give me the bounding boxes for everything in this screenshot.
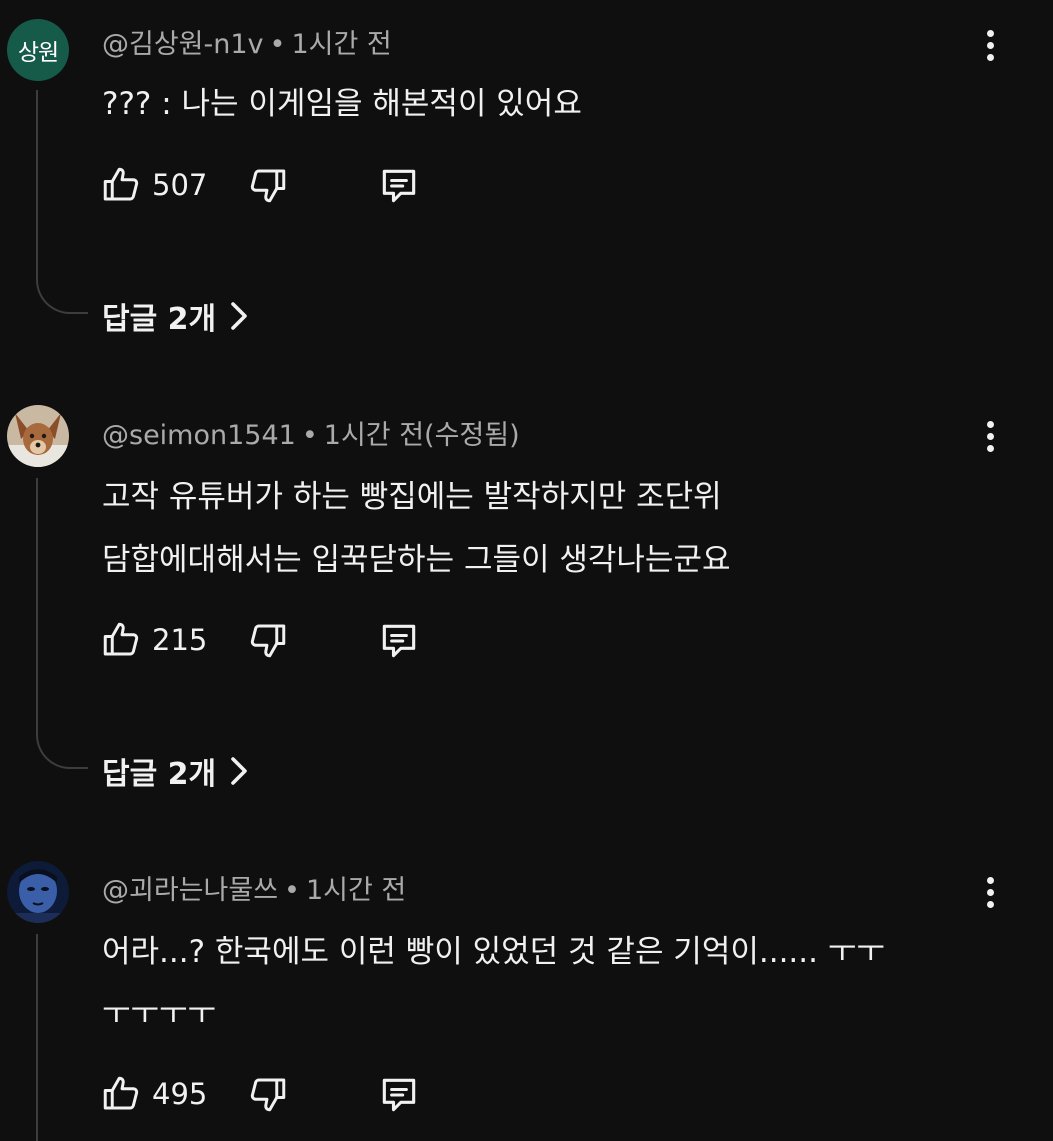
dog-avatar-image xyxy=(7,405,69,467)
like-button[interactable]: 215 xyxy=(100,619,207,661)
like-count: 215 xyxy=(152,623,208,657)
thread-line xyxy=(36,478,38,736)
avatar[interactable] xyxy=(7,861,69,923)
reply-icon xyxy=(382,624,416,658)
thumbs-up-icon xyxy=(103,622,139,656)
comment-text-line: ㅜㅜㅜㅜ xyxy=(102,996,217,1032)
comment-text-line: 어라...? 한국에도 이런 빵이 있었던 것 같은 기억이...... ㅜㅜ xyxy=(102,934,885,970)
thread-curve xyxy=(36,278,88,314)
comment-text-line: 담합에대해서는 입꾹닫하는 그들이 생각나는군요 xyxy=(102,542,731,578)
reply-button[interactable] xyxy=(377,1073,421,1117)
view-replies-button[interactable]: 답글 2개 xyxy=(102,749,248,793)
author-handle[interactable]: @김상원-n1v xyxy=(102,29,264,60)
reply-button[interactable] xyxy=(377,619,421,663)
like-button[interactable]: 495 xyxy=(100,1073,207,1115)
like-count: 495 xyxy=(152,1077,208,1111)
thumbs-down-icon xyxy=(250,1078,286,1112)
thumbs-down-icon xyxy=(250,624,286,658)
person-avatar-image xyxy=(7,861,69,923)
timestamp: 1시간 전 xyxy=(291,29,392,60)
avatar[interactable]: 상원 xyxy=(7,19,69,81)
meta-separator: • xyxy=(284,875,300,906)
meta-separator: • xyxy=(301,420,318,451)
thumbs-up-icon xyxy=(103,167,139,201)
dislike-button[interactable] xyxy=(247,164,289,206)
chevron-right-icon xyxy=(231,302,247,330)
comment-meta: @괴라는나물쓰 • 1시간 전 xyxy=(102,868,406,907)
view-replies-button[interactable]: 답글 2개 xyxy=(102,294,248,338)
thread-line xyxy=(36,934,38,1141)
avatar[interactable] xyxy=(7,405,69,467)
like-button[interactable]: 507 xyxy=(100,164,207,206)
comment-meta: @seimon1541 • 1시간 전(수정됨) xyxy=(102,413,520,452)
thumbs-up-icon xyxy=(103,1076,139,1110)
more-vert-icon[interactable] xyxy=(972,870,1008,914)
chevron-right-icon xyxy=(231,757,247,785)
meta-separator: • xyxy=(269,29,286,60)
comment-text-line: ??? : 나는 이게임을 해본적이 있어요 xyxy=(102,86,582,122)
timestamp: 1시간 전 xyxy=(305,875,407,906)
comment-text-line: 고작 유튜버가 하는 빵집에는 발작하지만 조단위 xyxy=(102,479,722,515)
thread-line xyxy=(36,90,38,280)
dislike-button[interactable] xyxy=(247,1073,289,1115)
thread-curve xyxy=(36,733,88,769)
thumbs-down-icon xyxy=(250,169,286,203)
author-handle[interactable]: @괴라는나물쓰 xyxy=(102,875,278,906)
comment-meta: @김상원-n1v • 1시간 전 xyxy=(102,22,392,61)
more-vert-icon[interactable] xyxy=(972,414,1008,458)
replies-label: 답글 2개 xyxy=(102,757,217,792)
reply-icon xyxy=(382,169,416,203)
timestamp: 1시간 전(수정됨) xyxy=(323,420,520,451)
more-vert-icon[interactable] xyxy=(972,23,1008,67)
author-handle[interactable]: @seimon1541 xyxy=(102,420,296,451)
reply-button[interactable] xyxy=(377,164,421,208)
replies-label: 답글 2개 xyxy=(102,302,217,337)
dislike-button[interactable] xyxy=(247,619,289,661)
reply-icon xyxy=(382,1078,416,1112)
like-count: 507 xyxy=(152,168,208,202)
